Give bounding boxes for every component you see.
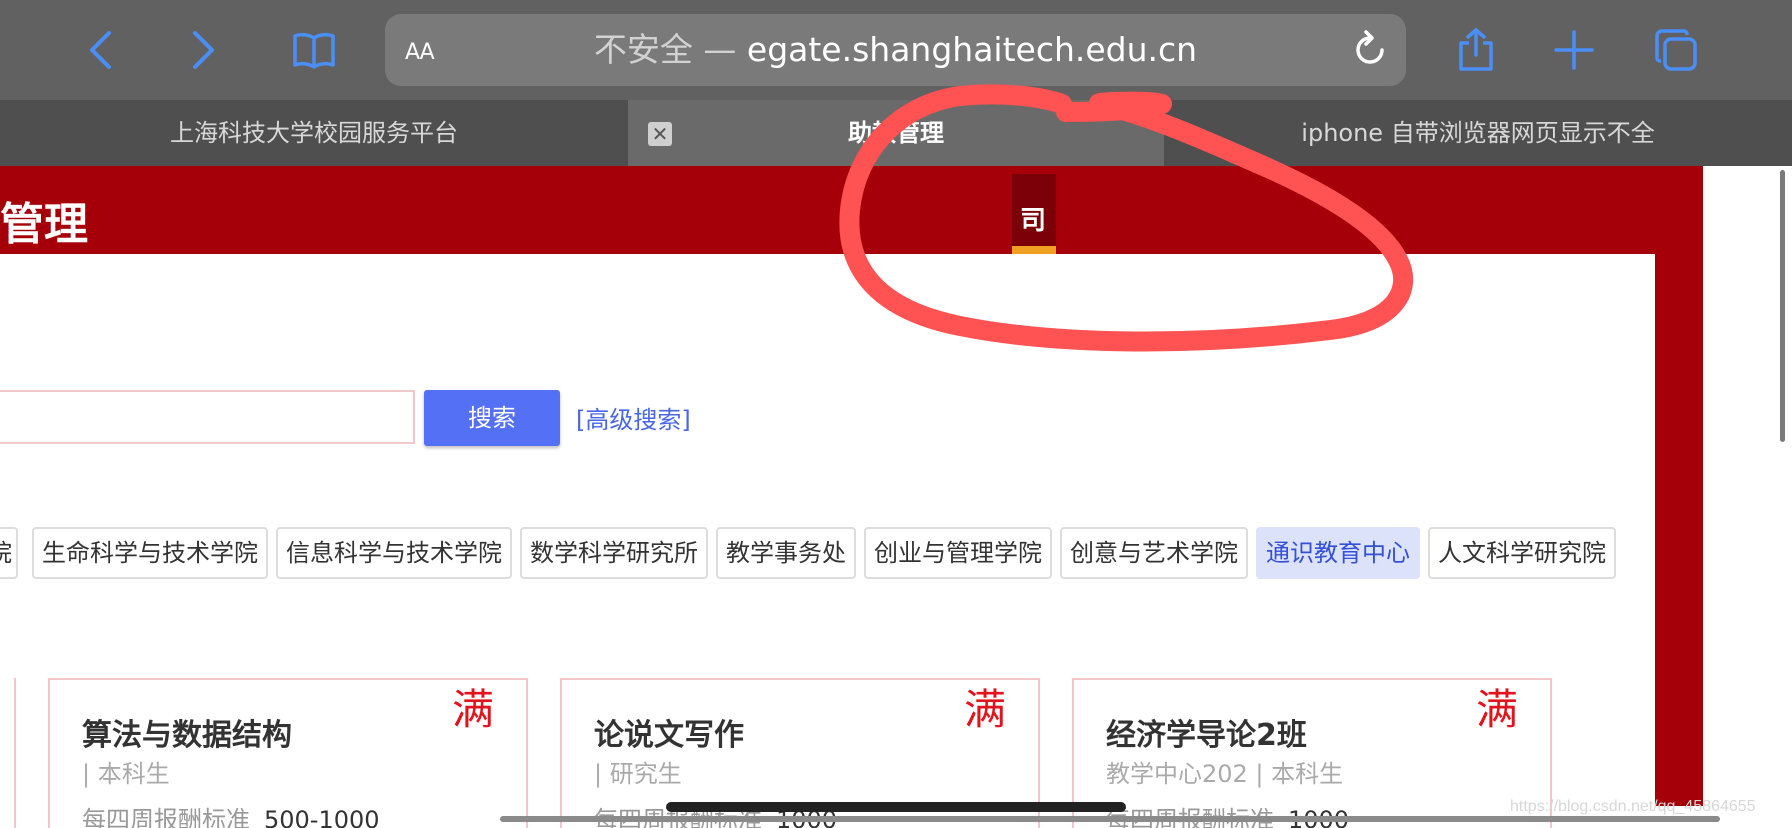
horizontal-scrollbar[interactable]: [500, 816, 1720, 822]
department-tag-selected[interactable]: 通识教育中心: [1256, 527, 1420, 579]
tab-campus-service[interactable]: 上海科技大学校园服务平台: [0, 100, 628, 166]
course-pay: 每四周报酬标准 500-1000: [82, 800, 380, 828]
course-title: 论说文写作: [594, 718, 744, 753]
nav-active-indicator: [1012, 246, 1056, 254]
plus-icon: [1554, 30, 1594, 70]
home-indicator[interactable]: [666, 802, 1126, 812]
department-tag[interactable]: 人文科学研究院: [1428, 527, 1616, 579]
department-tag[interactable]: 生命科学与技术学院: [32, 527, 268, 579]
course-title: 算法与数据结构: [82, 718, 292, 753]
course-subtitle: | 研究生: [594, 760, 682, 788]
course-subtitle: 教学中心202 | 本科生: [1106, 760, 1344, 788]
course-card-partial: [0, 678, 16, 828]
nav-item-label: 司: [1020, 206, 1047, 236]
course-title: 经济学导论2班: [1106, 718, 1307, 753]
share-button[interactable]: [1448, 22, 1504, 78]
chevron-right-icon: [193, 31, 214, 69]
pay-label: 每四周报酬标准: [82, 806, 250, 828]
watermark: https://blog.csdn.net/qq_45864655: [1510, 798, 1756, 815]
url-domain: egate.shanghaitech.edu.cn: [746, 30, 1198, 69]
close-tab-icon[interactable]: ✕: [648, 122, 672, 146]
course-card[interactable]: 满 经济学导论2班 教学中心202 | 本科生 每四周报酬标准1000: [1072, 678, 1552, 828]
pay-value: 500-1000: [264, 806, 380, 828]
share-icon: [1459, 28, 1493, 71]
tab-bar: 上海科技大学校园服务平台 助教管理 ✕ iphone 自带浏览器网页显示不全: [0, 100, 1792, 166]
tabs-icon: [1655, 29, 1697, 71]
nav-item-active[interactable]: 司: [1012, 174, 1056, 254]
search-input[interactable]: [0, 390, 415, 444]
vertical-scrollbar[interactable]: [1780, 170, 1785, 442]
page-title: 管理: [0, 199, 88, 250]
browser-toolbar: AA 不安全 — egate.shanghaitech.edu.cn: [0, 0, 1792, 100]
forward-button[interactable]: [174, 22, 230, 78]
insecure-label: 不安全 —: [593, 30, 737, 69]
full-status-badge: 满: [1475, 685, 1518, 734]
back-button[interactable]: [74, 22, 130, 78]
reload-icon[interactable]: [1348, 28, 1392, 72]
book-icon: [293, 32, 335, 69]
url-display[interactable]: 不安全 — egate.shanghaitech.edu.cn: [385, 14, 1406, 86]
department-tag[interactable]: 信息科学与技术学院: [276, 527, 512, 579]
full-status-badge: 满: [963, 685, 1006, 734]
advanced-search-link[interactable]: [高级搜索]: [576, 400, 691, 435]
search-button[interactable]: 搜索: [424, 390, 560, 446]
tab-iphone-browser[interactable]: iphone 自带浏览器网页显示不全: [1164, 100, 1792, 166]
bookmarks-button[interactable]: [286, 22, 342, 78]
department-tag[interactable]: 数学科学研究所: [520, 527, 708, 579]
department-tag[interactable]: 院: [0, 527, 18, 579]
course-card[interactable]: 满 算法与数据结构 | 本科生 每四周报酬标准 500-1000: [48, 678, 528, 828]
address-bar[interactable]: AA 不安全 — egate.shanghaitech.edu.cn: [385, 14, 1406, 86]
chevron-left-icon: [90, 31, 111, 69]
tabs-overview-button[interactable]: [1648, 22, 1704, 78]
web-page: 管理 司 搜索 [高级搜索] 院 生命科学与技术学院 信息科学与技术学院 数学科…: [0, 166, 1792, 828]
department-tag[interactable]: 教学事务处: [716, 527, 856, 579]
full-status-badge: 满: [451, 685, 494, 734]
department-tag[interactable]: 创意与艺术学院: [1060, 527, 1248, 579]
new-tab-button[interactable]: [1546, 22, 1602, 78]
course-subtitle: | 本科生: [82, 760, 170, 788]
department-tag[interactable]: 创业与管理学院: [864, 527, 1052, 579]
tab-ta-management[interactable]: 助教管理: [628, 100, 1164, 166]
course-pay: 每四周报酬标准1000: [1106, 800, 1349, 828]
